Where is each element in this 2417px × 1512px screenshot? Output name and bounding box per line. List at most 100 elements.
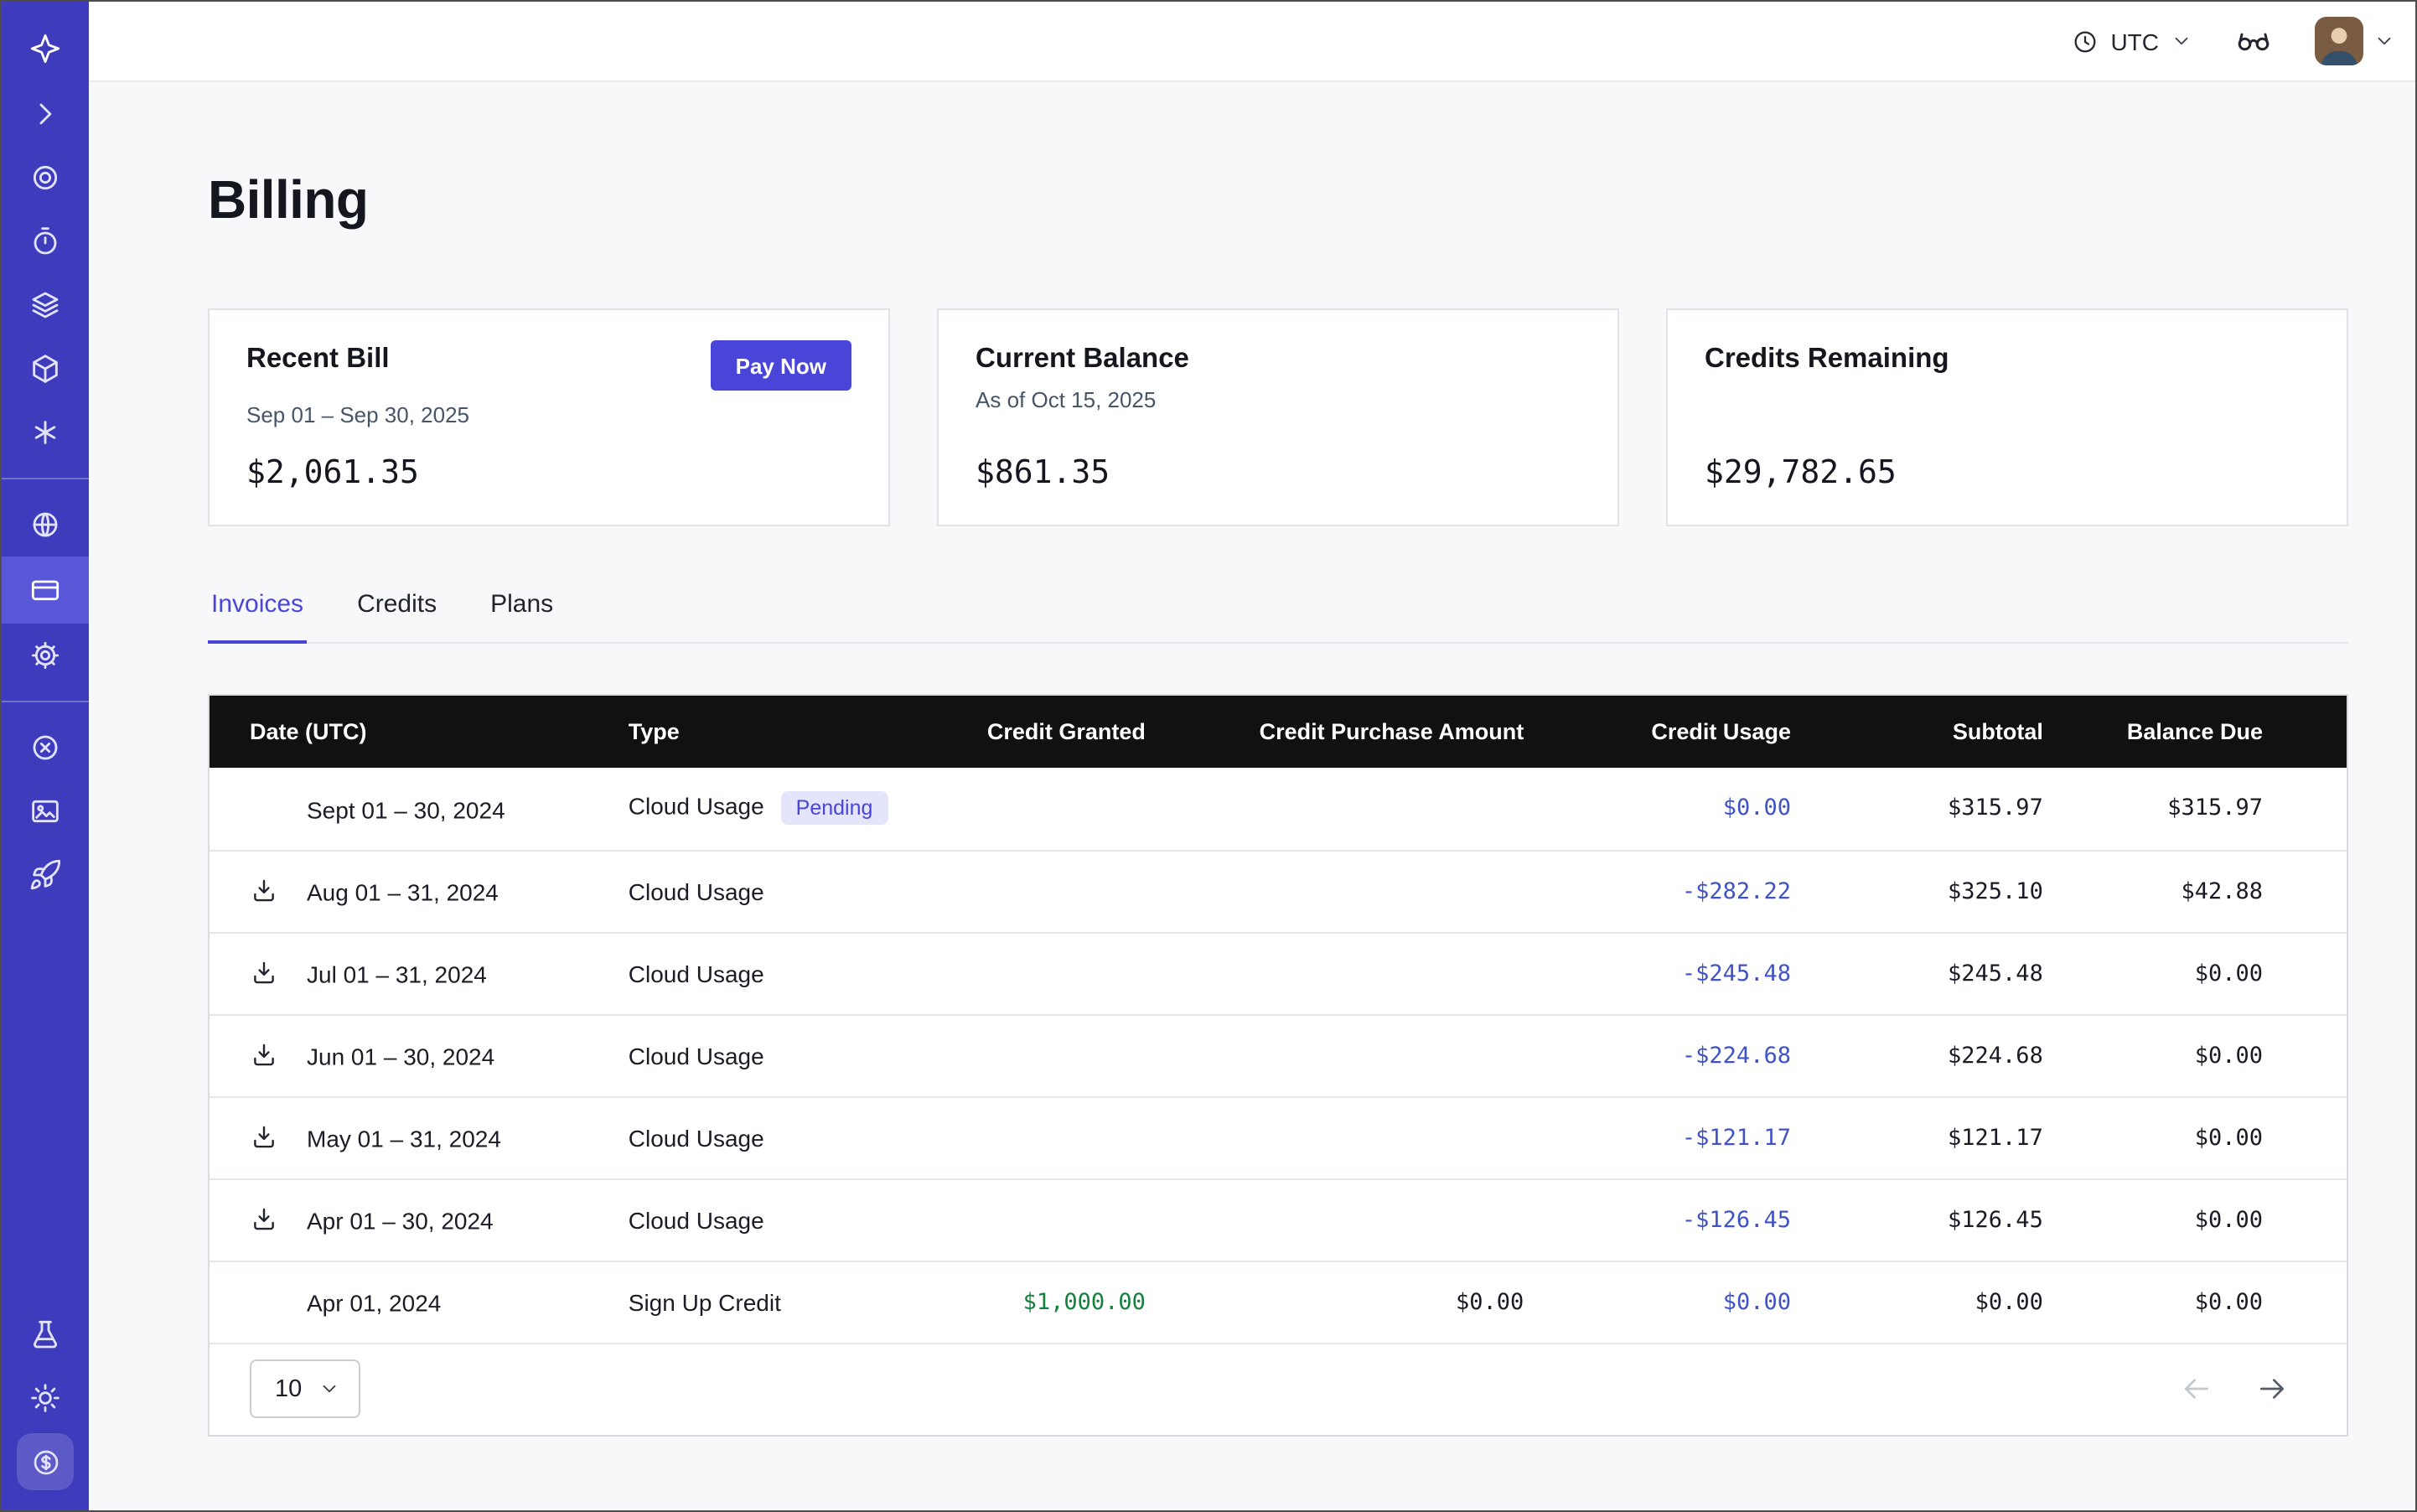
balance-due-cell: $0.00 (2043, 1261, 2347, 1343)
table-header-row: Date (UTC) Type Credit Granted Credit Pu… (210, 696, 2347, 768)
tab-invoices[interactable]: Invoices (208, 590, 307, 644)
download-invoice-button[interactable] (250, 960, 278, 988)
prev-page-button[interactable] (2181, 1373, 2213, 1405)
column-header-subtotal: Subtotal (1791, 696, 2043, 768)
app-root: UTC Billing Rece (0, 0, 2417, 1512)
date-cell: Jul 01 – 31, 2024 (210, 932, 629, 1014)
invoice-type: Cloud Usage (629, 960, 764, 986)
flask-icon (28, 1318, 62, 1351)
invoices-table: Date (UTC) Type Credit Granted Credit Pu… (208, 694, 2348, 1436)
balance-due-cell: $42.88 (2043, 850, 2347, 932)
sidebar-item-layers[interactable] (2, 273, 89, 337)
invoice-date: Apr 01 – 30, 2024 (307, 1207, 494, 1234)
sidebar-item-cube[interactable] (2, 337, 89, 401)
date-cell: Sept 01 – 30, 2024 (210, 768, 629, 850)
credit-granted-cell (928, 1014, 1146, 1096)
page-size-select[interactable]: 10 (250, 1359, 360, 1418)
subtotal-cell: $121.17 (1791, 1096, 2043, 1178)
recent-bill-card: Recent Bill Pay Now Sep 01 – Sep 30, 202… (208, 308, 890, 526)
main-content: Billing Recent Bill Pay Now Sep 01 – Sep… (89, 82, 2415, 1510)
invoice-date: Apr 01, 2024 (307, 1289, 441, 1316)
timezone-selector[interactable]: UTC (2072, 28, 2192, 54)
balance-due-cell: $0.00 (2043, 1178, 2347, 1261)
sidebar-item-asterisk[interactable] (2, 401, 89, 464)
pay-now-button[interactable]: Pay Now (711, 340, 851, 391)
credit-usage-cell: -$224.68 (1524, 1014, 1791, 1096)
sidebar-item-theme[interactable] (2, 1366, 89, 1430)
gear-icon (28, 639, 62, 672)
tab-credits[interactable]: Credits (354, 590, 440, 644)
card-title: Credits Remaining (1705, 344, 1949, 375)
column-header-date: Date (UTC) (210, 696, 629, 768)
download-invoice-button[interactable] (250, 1206, 278, 1235)
credit-purchase-cell (1146, 1014, 1524, 1096)
recent-bill-amount: $2,061.35 (246, 454, 851, 491)
invoice-date: Aug 01 – 31, 2024 (307, 878, 499, 905)
card-title: Current Balance (976, 344, 1189, 375)
type-cell: Sign Up Credit (629, 1261, 928, 1343)
type-cell: Cloud UsagePending (629, 768, 928, 850)
credit-granted-cell (928, 850, 1146, 932)
column-header-credit-purchase: Credit Purchase Amount (1146, 696, 1524, 768)
sun-icon (28, 1381, 62, 1415)
credit-granted-cell: $1,000.00 (928, 1261, 1146, 1343)
stopwatch-icon (28, 225, 62, 258)
sidebar-item-target[interactable] (2, 146, 89, 210)
download-slot (250, 1042, 307, 1070)
chevron-down-icon (2373, 30, 2395, 52)
user-menu[interactable] (2315, 17, 2395, 65)
download-invoice-button[interactable] (250, 1124, 278, 1152)
topbar: UTC (89, 2, 2415, 82)
sidebar-item-cancel[interactable] (2, 716, 89, 779)
sidebar-item-network[interactable] (2, 493, 89, 557)
billing-period: Sep 01 – Sep 30, 2025 (246, 402, 851, 427)
balance-due-cell: $0.00 (2043, 1014, 2347, 1096)
credit-granted-cell (928, 932, 1146, 1014)
credit-usage-cell: -$121.17 (1524, 1096, 1791, 1178)
sidebar-item-launch[interactable] (2, 843, 89, 907)
invoice-type: Cloud Usage (629, 1124, 764, 1151)
avatar-photo (2315, 17, 2363, 65)
sidebar-item-credits[interactable] (2, 1430, 89, 1494)
download-slot (250, 1206, 307, 1235)
next-page-button[interactable] (2256, 1373, 2288, 1405)
type-cell: Cloud Usage (629, 932, 928, 1014)
clock-icon (2072, 28, 2099, 54)
glasses-icon (2236, 23, 2271, 59)
arrow-left-icon (2181, 1373, 2213, 1405)
column-header-type: Type (629, 696, 928, 768)
invoice-type: Cloud Usage (629, 793, 764, 820)
download-invoice-button[interactable] (250, 878, 278, 906)
sidebar-item-timer[interactable] (2, 210, 89, 273)
sidebar-item-settings[interactable] (2, 624, 89, 687)
credit-purchase-cell (1146, 768, 1524, 850)
subtotal-cell: $126.45 (1791, 1178, 2043, 1261)
rocket-icon (28, 858, 62, 892)
credits-remaining-amount: $29,782.65 (1705, 454, 2310, 491)
dollar-coin-icon (29, 1446, 61, 1478)
invoice-date: Jun 01 – 30, 2024 (307, 1043, 494, 1069)
invoice-date: Jul 01 – 31, 2024 (307, 961, 487, 987)
invoice-row: Aug 01 – 31, 2024 Cloud Usage -$282.22 $… (210, 850, 2347, 932)
sidebar-item-labs[interactable] (2, 1302, 89, 1366)
circle-x-icon (28, 731, 62, 764)
download-invoice-button[interactable] (250, 1042, 278, 1070)
tab-plans[interactable]: Plans (487, 590, 556, 644)
subtotal-cell: $315.97 (1791, 768, 2043, 850)
download-icon (250, 1042, 278, 1070)
credits-remaining-card: Credits Remaining $29,782.65 (1666, 308, 2348, 526)
type-cell: Cloud Usage (629, 850, 928, 932)
user-avatar (2315, 17, 2363, 65)
credit-card-icon (28, 573, 62, 607)
date-cell: Aug 01 – 31, 2024 (210, 850, 629, 932)
sidebar-expand-button[interactable] (2, 82, 89, 146)
glasses-button[interactable] (2236, 23, 2271, 59)
app-logo[interactable] (2, 15, 89, 82)
subtotal-cell: $245.48 (1791, 932, 2043, 1014)
download-slot (250, 1124, 307, 1152)
type-cell: Cloud Usage (629, 1096, 928, 1178)
sidebar-item-billing[interactable] (2, 557, 89, 624)
sidebar-item-images[interactable] (2, 779, 89, 843)
credit-purchase-cell: $0.00 (1146, 1261, 1524, 1343)
credit-purchase-cell (1146, 850, 1524, 932)
